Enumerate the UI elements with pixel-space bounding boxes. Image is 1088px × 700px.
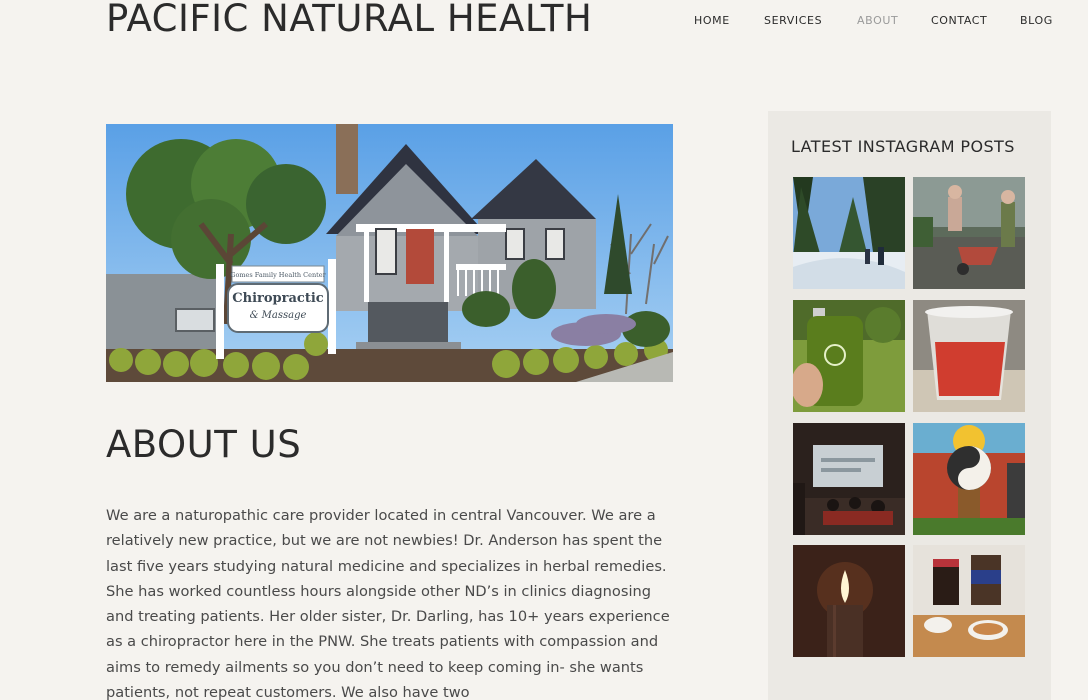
instagram-post-snowy-trail[interactable]: [793, 177, 905, 289]
instagram-widget: LATEST INSTAGRAM POSTS: [768, 111, 1051, 700]
about-body-text: We are a naturopathic care provider loca…: [106, 507, 670, 700]
nav-blog[interactable]: BLOG: [1020, 14, 1053, 27]
instagram-post-painting[interactable]: [913, 423, 1025, 535]
nav-about[interactable]: ABOUT: [857, 14, 898, 27]
instagram-post-red-drink[interactable]: [913, 300, 1025, 412]
nav-contact[interactable]: CONTACT: [931, 14, 987, 27]
instagram-post-jars[interactable]: [913, 545, 1025, 657]
sign-title: Chiropractic: [232, 291, 323, 306]
instagram-post-seminar[interactable]: [793, 423, 905, 535]
sign-subtitle: Gomes Family Health Center: [230, 271, 326, 279]
nav-home[interactable]: HOME: [694, 14, 730, 27]
sign-subtitle-2: & Massage: [250, 310, 307, 321]
instagram-post-candle[interactable]: [793, 545, 905, 657]
instagram-post-garden-wheelbarrow[interactable]: [913, 177, 1025, 289]
instagram-post-green-juice[interactable]: [793, 300, 905, 412]
about-heading: ABOUT US: [106, 423, 302, 466]
nav-services[interactable]: SERVICES: [764, 14, 822, 27]
clinic-photo: Gomes Family Health Center Chiropractic …: [106, 124, 673, 382]
instagram-widget-title: LATEST INSTAGRAM POSTS: [791, 137, 1015, 156]
main-nav: HOME SERVICES ABOUT CONTACT BLOG: [0, 14, 1088, 30]
